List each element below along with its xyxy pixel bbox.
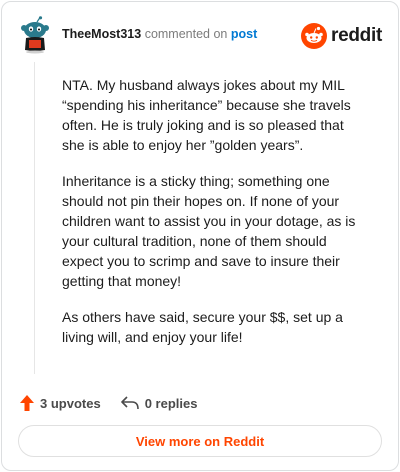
comment-paragraph: NTA. My husband always jokes about my MI… [62, 77, 351, 153]
reply-icon [120, 396, 139, 410]
reply-button[interactable]: 0 replies [120, 395, 198, 411]
upvote-arrow-icon [20, 395, 34, 411]
comment-byline: TheeMost313 commented on post [62, 27, 257, 41]
reply-count: 0 replies [144, 395, 198, 411]
comment-body: NTA. My husband always jokes about my MI… [62, 75, 370, 363]
comment-paragraph: As others have said, secure your $$, set… [62, 309, 343, 345]
upvote-button[interactable]: 3 upvotes [20, 395, 101, 411]
reddit-snoo-icon [301, 23, 328, 49]
upvote-count: 3 upvotes [40, 395, 101, 411]
comment-actions: 3 upvotes 0 replies [20, 392, 380, 414]
username-link[interactable]: TheeMost313 [62, 27, 141, 41]
comment-paragraph: Inheritance is a sticky thing; something… [62, 173, 356, 289]
avatar[interactable] [18, 16, 52, 54]
reddit-logo[interactable]: reddit [301, 22, 382, 50]
reddit-wordmark: reddit [331, 25, 382, 46]
post-link[interactable]: post [231, 27, 257, 41]
byline-verb: commented on [144, 27, 228, 41]
thread-line[interactable] [34, 62, 35, 374]
view-more-button[interactable]: View more on Reddit [18, 425, 382, 457]
comment-card: TheeMost313 commented on post reddit NTA… [1, 1, 399, 471]
comment-header: TheeMost313 commented on post reddit [18, 14, 382, 54]
